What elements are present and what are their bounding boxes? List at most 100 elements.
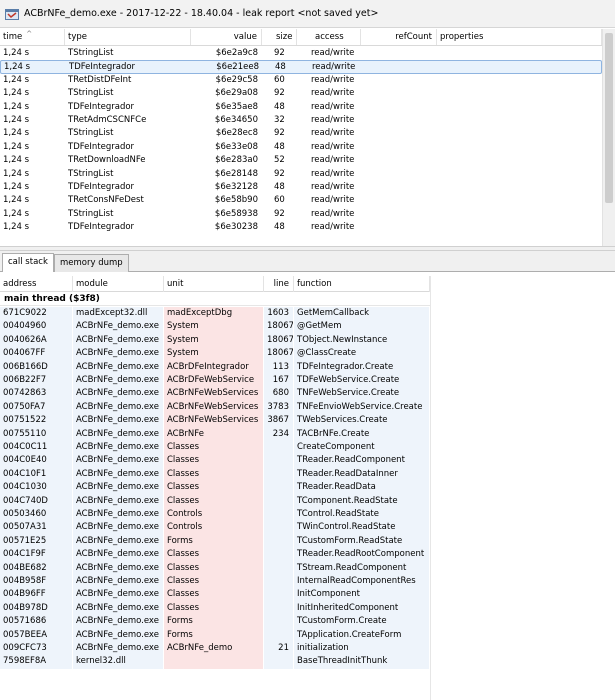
- call-stack-cell-function: CreateComponent: [294, 441, 430, 455]
- leak-cell-time: 1,24 s: [3, 128, 30, 139]
- leak-table-row[interactable]: 1,24 s TRetDownloadNFe $6e283a0 52 read/writ…: [0, 154, 602, 167]
- call-stack-cell-address: 00404960: [0, 320, 73, 334]
- call-stack-cell-unit: Classes: [164, 588, 264, 602]
- leak-cell-time: 1,24 s: [3, 74, 30, 85]
- call-stack-row[interactable]: 006B166D ACBrNFe_demo.exe ACBrDFeIntegrado…: [0, 360, 430, 374]
- leak-cell-size: 48: [274, 101, 285, 112]
- call-stack-row[interactable]: 00751522 ACBrNFe_demo.exe ACBrNFeWebServic…: [0, 414, 430, 428]
- call-stack-cell-function: TNFeWebService.Create: [294, 387, 430, 401]
- leak-cell-access: read/write: [311, 48, 355, 58]
- call-stack-row[interactable]: 00571E25 ACBrNFe_demo.exe Forms TCustomForm…: [0, 534, 430, 549]
- leak-table-row[interactable]: 1,24 s TDFeIntegrador $6e21ee8 48 read/write: [0, 60, 602, 74]
- leak-cell-value: $6e34650: [214, 115, 258, 125]
- leak-table-row[interactable]: 1,24 s TStringList $6e29a08 92 read/write: [0, 87, 602, 100]
- tab-memory-dump[interactable]: memory dump: [54, 254, 129, 272]
- call-stack-row[interactable]: 671C9022 madExcept32.dll madExceptDbg 1603 G…: [0, 307, 430, 321]
- column-header-access[interactable]: access: [297, 29, 361, 45]
- call-stack-row[interactable]: 00404960 ACBrNFe_demo.exe System 18067 @GetM…: [0, 320, 430, 334]
- call-stack-cell-module: ACBrNFe_demo.exe: [73, 534, 164, 549]
- call-stack-row[interactable]: 004C740D ACBrNFe_demo.exe Classes TComponen…: [0, 494, 430, 508]
- call-stack-cell-unit: ACBrDFeWebService: [164, 374, 264, 388]
- call-stack-cell-module: ACBrNFe_demo.exe: [73, 481, 164, 495]
- leak-cell-refcount: [361, 181, 433, 194]
- column-header-type[interactable]: type: [65, 29, 191, 45]
- call-stack-cell-module: ACBrNFe_demo.exe: [73, 414, 164, 428]
- call-stack-cell-address: 7598EF8A: [0, 655, 73, 669]
- leak-cell-type: TDFeIntegrador: [68, 101, 135, 112]
- leak-table-row[interactable]: 1,24 s TStringList $6e2a9c8 92 read/write: [0, 47, 602, 60]
- call-stack-cell-function: GetMemCallback: [294, 307, 430, 321]
- call-stack-cell-line: [264, 481, 294, 495]
- call-stack-row[interactable]: 00507A31 ACBrNFe_demo.exe Controls TWinCont…: [0, 521, 430, 535]
- leak-table-row[interactable]: 1,24 s TRetConsNFeDest $6e58b90 60 read/writ…: [0, 194, 602, 207]
- leak-cell-time: 1,24 s: [3, 182, 30, 192]
- leak-cell-refcount: [361, 208, 433, 221]
- call-stack-cell-line: [264, 615, 294, 629]
- call-stack-row[interactable]: 00750FA7 ACBrNFe_demo.exe ACBrNFeWebServic…: [0, 400, 430, 415]
- leak-table-row[interactable]: 1,24 s TDFeIntegrador $6e30238 48 read/write: [0, 221, 602, 234]
- call-stack-cell-unit: Classes: [164, 454, 264, 468]
- column-header-value[interactable]: value: [191, 29, 262, 45]
- call-stack-row[interactable]: 006B22F7 ACBrNFe_demo.exe ACBrDFeWebServic…: [0, 374, 430, 388]
- call-stack-row[interactable]: 004B958F ACBrNFe_demo.exe Classes InternalR…: [0, 575, 430, 589]
- call-stack-cell-function: @GetMem: [294, 320, 430, 334]
- call-stack-row[interactable]: 009CFC73 ACBrNFe_demo.exe ACBrNFe_demo 21 in…: [0, 642, 430, 656]
- call-stack-row[interactable]: 004067FF ACBrNFe_demo.exe System 18067 @Clas…: [0, 347, 430, 361]
- call-stack-row[interactable]: 00742863 ACBrNFe_demo.exe ACBrNFeWebServic…: [0, 387, 430, 401]
- leak-table-header: time ^ type value size access refCount pr…: [0, 29, 615, 46]
- leak-table-row[interactable]: 1,24 s TDFeIntegrador $6e33e08 48 read/write: [0, 141, 602, 154]
- call-stack-cell-address: 004C0C11: [0, 441, 73, 455]
- leak-cell-time: 1,24 s: [3, 48, 30, 58]
- column-header-line[interactable]: line: [264, 276, 294, 292]
- scrollbar-thumb[interactable]: [605, 33, 613, 203]
- call-stack-cell-address: 004BE682: [0, 561, 73, 575]
- call-stack-cell-function: InternalReadComponentRes: [294, 575, 430, 589]
- leak-table-scrollbar[interactable]: [602, 29, 615, 246]
- column-header-size[interactable]: size: [262, 29, 297, 45]
- call-stack-row[interactable]: 004C10F1 ACBrNFe_demo.exe Classes TReader.R…: [0, 467, 430, 482]
- column-header-module[interactable]: module: [73, 276, 164, 292]
- call-stack-cell-module: ACBrNFe_demo.exe: [73, 642, 164, 656]
- call-stack-cell-unit: ACBrNFeWebServices: [164, 387, 264, 401]
- leak-cell-type: TDFeIntegrador: [68, 182, 135, 192]
- call-stack-cell-address: 004C740D: [0, 494, 73, 508]
- leak-cell-access: read/write: [311, 155, 355, 166]
- call-stack-row[interactable]: 004B978D ACBrNFe_demo.exe Classes InitInher…: [0, 601, 430, 616]
- tab-call-stack[interactable]: call stack: [2, 253, 54, 272]
- call-stack-row[interactable]: 0057BEEA ACBrNFe_demo.exe Forms TApplicatio…: [0, 628, 430, 642]
- call-stack-cell-address: 004C1F9F: [0, 548, 73, 562]
- column-header-unit[interactable]: unit: [164, 276, 264, 292]
- call-stack-row[interactable]: 004C0C11 ACBrNFe_demo.exe Classes CreateCom…: [0, 441, 430, 455]
- call-stack-cell-function: TApplication.CreateForm: [294, 628, 430, 642]
- leak-table-row[interactable]: 1,24 s TRetAdmCSCNFCe $6e34650 32 read/write: [0, 114, 602, 127]
- leak-cell-value: $6e2a9c8: [215, 48, 258, 58]
- leak-table-row[interactable]: 1,24 s TDFeIntegrador $6e32128 48 read/write: [0, 181, 602, 194]
- column-header-address[interactable]: address: [0, 276, 73, 292]
- leak-cell-value: $6e58b90: [214, 195, 258, 206]
- call-stack-cell-unit: Classes: [164, 575, 264, 589]
- call-stack-row[interactable]: 0040626A ACBrNFe_demo.exe System 18067 TObje…: [0, 333, 430, 348]
- call-stack-row[interactable]: 004BE682 ACBrNFe_demo.exe Classes TStream.R…: [0, 561, 430, 575]
- call-stack-row[interactable]: 7598EF8A kernel32.dll BaseThreadInitThunk: [0, 655, 430, 669]
- column-header-properties[interactable]: properties: [437, 29, 602, 45]
- leak-cell-type: TRetDownloadNFe: [68, 155, 146, 166]
- call-stack-row[interactable]: 00571686 ACBrNFe_demo.exe Forms TCustomForm…: [0, 615, 430, 629]
- leak-cell-refcount: [361, 154, 433, 167]
- call-stack-row[interactable]: 00755110 ACBrNFe_demo.exe ACBrNFe 234 TACBrN…: [0, 427, 430, 441]
- column-header-time[interactable]: time ^: [0, 29, 65, 45]
- call-stack-row[interactable]: 00503460 ACBrNFe_demo.exe Controls TControl…: [0, 508, 430, 522]
- leak-table-row[interactable]: 1,24 s TStringList $6e28148 92 read/write: [0, 168, 602, 181]
- call-stack-cell-address: 009CFC73: [0, 642, 73, 656]
- call-stack-row[interactable]: 004C1030 ACBrNFe_demo.exe Classes TReader.R…: [0, 481, 430, 495]
- call-stack-row[interactable]: 004C0E40 ACBrNFe_demo.exe Classes TReader.R…: [0, 454, 430, 468]
- leak-table-row[interactable]: 1,24 s TStringList $6e28ec8 92 read/write: [0, 127, 602, 140]
- call-stack-row[interactable]: 004B96FF ACBrNFe_demo.exe Classes InitCompo…: [0, 588, 430, 602]
- leak-table-row[interactable]: 1,24 s TStringList $6e58938 92 read/write: [0, 208, 602, 221]
- leak-table-row[interactable]: 1,24 s TDFeIntegrador $6e35ae8 48 read/write: [0, 101, 602, 114]
- leak-table-row[interactable]: 1,24 s TRetDistDFeInt $6e29c58 60 read/write: [0, 74, 602, 87]
- call-stack-cell-line: [264, 454, 294, 468]
- leak-cell-time: 1,24 s: [4, 62, 31, 73]
- column-header-function[interactable]: function: [294, 276, 430, 292]
- call-stack-row[interactable]: 004C1F9F ACBrNFe_demo.exe Classes TReader.R…: [0, 548, 430, 562]
- column-header-refcount[interactable]: refCount: [361, 29, 437, 45]
